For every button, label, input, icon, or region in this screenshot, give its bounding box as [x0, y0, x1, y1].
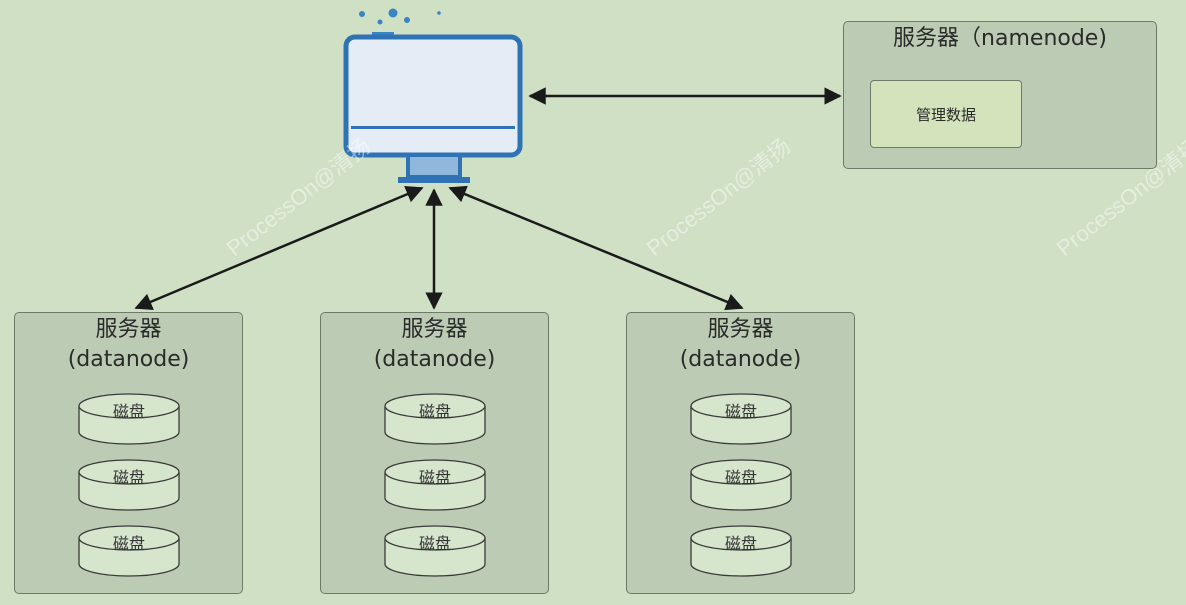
- disk-label: 磁盘: [724, 402, 757, 421]
- disk-cylinder-icon: 磁盘: [689, 392, 793, 446]
- disk-label: 磁盘: [112, 534, 145, 553]
- namenode-title: 服务器（namenode): [893, 26, 1107, 51]
- disk-cylinder-icon: 磁盘: [689, 524, 793, 578]
- disk-label: 磁盘: [418, 534, 451, 553]
- disk-label: 磁盘: [112, 468, 145, 487]
- disk-cylinder-icon: 磁盘: [383, 458, 487, 512]
- datanode-title-line1: 服务器: [401, 317, 468, 342]
- disk-cylinder-icon: 磁盘: [383, 524, 487, 578]
- disk-cylinder-icon: 磁盘: [77, 458, 181, 512]
- management-data-label: 管理数据: [915, 105, 976, 124]
- disk-label: 磁盘: [418, 468, 451, 487]
- disk-cylinder-icon: 磁盘: [77, 392, 181, 446]
- disk-label: 磁盘: [418, 402, 451, 421]
- management-data-box: 管理数据: [870, 80, 1022, 148]
- datanode-title-line2: (datanode): [679, 347, 802, 372]
- datanode-title-line2: (datanode): [373, 347, 496, 372]
- disk-label: 磁盘: [112, 402, 145, 421]
- disk-label: 磁盘: [724, 534, 757, 553]
- disk-cylinder-icon: 磁盘: [689, 458, 793, 512]
- disk-cylinder-icon: 磁盘: [383, 392, 487, 446]
- datanode-title-line1: 服务器: [95, 317, 162, 342]
- datanode-title-line2: (datanode): [67, 347, 190, 372]
- disk-label: 磁盘: [724, 468, 757, 487]
- datanode-title-line1: 服务器: [707, 317, 774, 342]
- disk-cylinder-icon: 磁盘: [77, 524, 181, 578]
